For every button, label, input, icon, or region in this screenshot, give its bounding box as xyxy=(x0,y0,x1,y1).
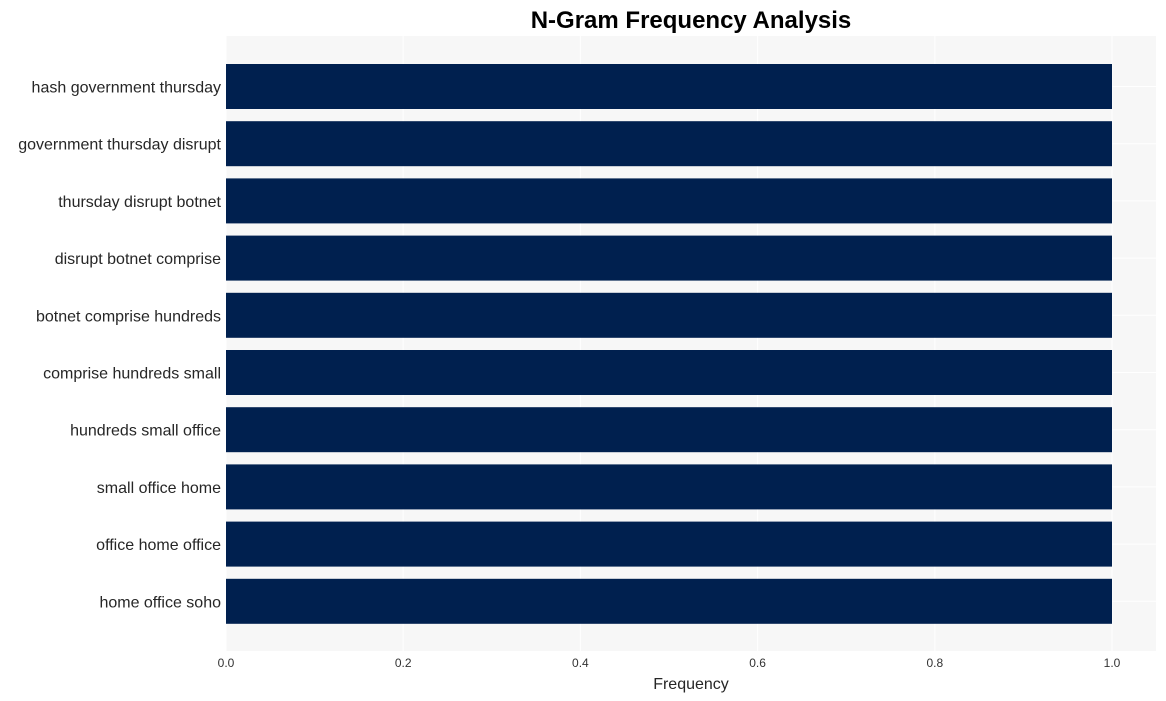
chart-title: N-Gram Frequency Analysis xyxy=(531,7,852,34)
chart: hash government thursday government thurs… xyxy=(18,7,1156,693)
x-tick-label: 0.2 xyxy=(395,656,412,670)
y-tick-label: disrupt botnet comprise xyxy=(55,251,221,268)
bar xyxy=(226,64,1112,109)
y-tick-label: small office home xyxy=(97,480,221,497)
y-tick-label: home office soho xyxy=(99,594,221,611)
x-tick-label: 1.0 xyxy=(1104,656,1121,670)
x-tick-label: 0.0 xyxy=(218,656,235,670)
bar xyxy=(226,350,1112,395)
y-tick-label: botnet comprise hundreds xyxy=(36,308,221,325)
x-tick-label: 0.8 xyxy=(926,656,943,670)
x-tick-label: 0.6 xyxy=(749,656,766,670)
x-tick-label: 0.4 xyxy=(572,656,589,670)
bar xyxy=(226,292,1112,338)
y-tick-label: hash government thursday xyxy=(32,80,221,97)
y-tick-label: thursday disrupt botnet xyxy=(58,194,221,211)
bar xyxy=(226,464,1112,510)
bar xyxy=(226,578,1112,624)
y-tick-label: comprise hundreds small xyxy=(43,366,221,383)
y-tick-label: government thursday disrupt xyxy=(18,137,221,154)
x-axis-ticks: 0.0 0.2 0.4 0.6 0.8 1.0 xyxy=(218,656,1121,670)
bar xyxy=(226,121,1112,167)
bar xyxy=(226,407,1112,453)
bar xyxy=(226,235,1112,281)
y-axis-labels: hash government thursday government thurs… xyxy=(18,80,221,612)
y-tick-label: office home office xyxy=(96,537,221,554)
x-axis-label: Frequency xyxy=(653,676,729,693)
y-tick-label: hundreds small office xyxy=(70,423,221,440)
bar xyxy=(226,521,1112,567)
bar xyxy=(226,178,1112,224)
